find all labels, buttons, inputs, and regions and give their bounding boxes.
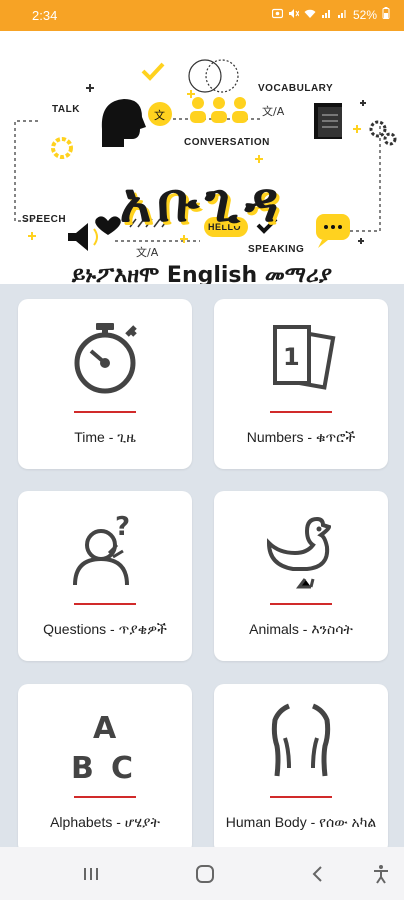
banner-label-talk: TALK — [52, 104, 80, 115]
svg-text:1: 1 — [283, 343, 300, 371]
svg-text:C: C — [111, 751, 133, 782]
question-person-icon: ? — [65, 509, 145, 589]
stopwatch-icon — [65, 317, 145, 397]
duck-icon — [261, 509, 341, 589]
category-label: Time - ጊዜ — [74, 429, 136, 445]
wifi-icon — [304, 8, 316, 22]
category-card-alphabets[interactable]: A B C Alphabets - ሆሄያት — [18, 684, 192, 847]
category-card-animals[interactable]: Animals - እንስሳት — [214, 491, 388, 661]
card-divider — [270, 411, 332, 413]
svg-text:B: B — [71, 751, 94, 782]
banner-illustration: 文 文/A 文/A — [14, 59, 397, 259]
category-card-time[interactable]: Time - ጊዜ — [18, 299, 192, 469]
human-torso-icon — [261, 702, 341, 782]
status-icons: 52% — [271, 7, 390, 22]
home-icon[interactable] — [190, 861, 220, 887]
category-label: Numbers - ቁጥሮች — [246, 429, 356, 445]
category-card-human-body[interactable]: Human Body - የሰው አካል — [214, 684, 388, 847]
card-divider — [74, 603, 136, 605]
card-divider — [74, 411, 136, 413]
back-icon[interactable] — [302, 861, 332, 887]
category-label: Alphabets - ሆሄያት — [50, 814, 160, 830]
battery-level: 52% — [352, 7, 377, 22]
category-card-questions[interactable]: ? Questions - ጥያቄዎች — [18, 491, 192, 661]
app-title: አቡጊዳ — [119, 171, 285, 234]
recent-apps-icon[interactable] — [76, 861, 106, 887]
svg-text:?: ? — [115, 512, 130, 542]
svg-text:文: 文 — [154, 108, 165, 122]
header-banner: 文 文/A 文/A TALK CONVERSATION VOCABULARY S… — [0, 31, 404, 284]
card-divider — [74, 796, 136, 798]
status-time: 2:34 — [32, 8, 58, 23]
app-subtitle: ይኑፖእዘሞ English መማሪያ — [71, 263, 333, 284]
battery-icon — [382, 7, 390, 22]
banner-label-conversation: CONVERSATION — [184, 137, 270, 148]
svg-text:A: A — [93, 711, 117, 746]
mute-icon — [288, 8, 300, 22]
category-card-numbers[interactable]: 1 Numbers - ቁጥሮች — [214, 299, 388, 469]
system-navigation-bar — [0, 847, 404, 900]
accessibility-icon[interactable] — [366, 861, 396, 887]
card-divider — [270, 603, 332, 605]
category-label: Animals - እንስሳት — [249, 621, 353, 637]
category-label: Human Body - የሰው አካል — [225, 814, 377, 830]
category-grid: Time - ጊዜ 1 Numbers - ቁጥሮች ? Questions -… — [0, 284, 404, 847]
abc-icon: A B C — [65, 702, 145, 786]
banner-label-vocabulary: VOCABULARY — [258, 83, 334, 94]
photo-icon — [271, 8, 284, 22]
banner-label-speaking: SPEAKING — [248, 244, 305, 255]
svg-text:文/A: 文/A — [262, 104, 285, 118]
status-bar: 2:34 52% — [0, 0, 404, 31]
category-label: Questions - ጥያቄዎች — [43, 621, 167, 637]
number-cards-icon: 1 — [261, 317, 341, 397]
svg-text:文/A: 文/A — [136, 245, 159, 259]
card-divider — [270, 796, 332, 798]
signal-icon — [321, 8, 332, 22]
signal-icon — [337, 8, 348, 22]
